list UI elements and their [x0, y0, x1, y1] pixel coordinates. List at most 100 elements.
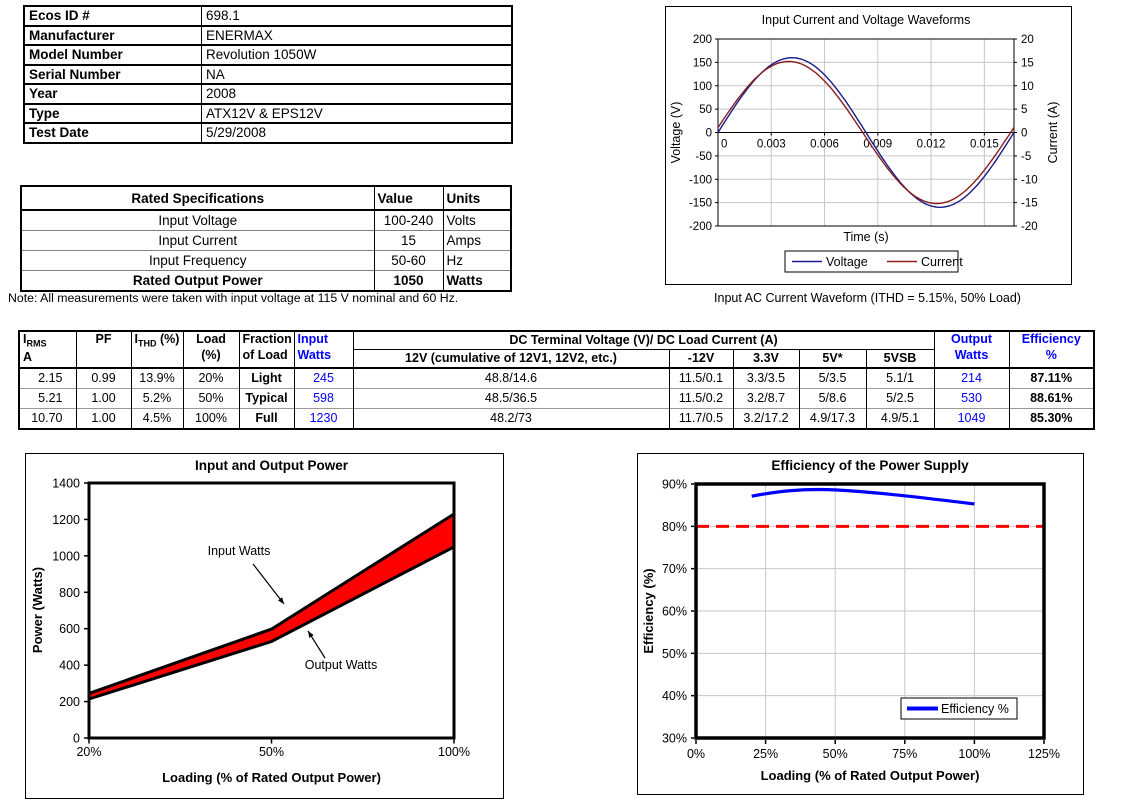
- pf-value: 1.00: [76, 409, 131, 430]
- output-watts-value: 1049: [934, 409, 1009, 430]
- power-xlabel: Loading (% of Rated Output Power): [162, 770, 381, 785]
- waveform-chart-box: -200-150-100-50050100150200-20-15-10-505…: [665, 6, 1072, 285]
- svg-text:0: 0: [1021, 128, 1027, 140]
- fraction-header: Fractionof Load: [239, 331, 294, 368]
- svg-text:1000: 1000: [52, 549, 80, 563]
- svg-text:50: 50: [699, 104, 712, 116]
- table-row: Ecos ID #698.1: [24, 6, 512, 26]
- svg-text:50%: 50%: [662, 647, 687, 661]
- load-value: 100%: [183, 409, 239, 430]
- info-value: ATX12V & EPS12V: [202, 104, 513, 124]
- svg-text:50%: 50%: [823, 747, 848, 761]
- table-row: Input Frequency50-60Hz: [21, 251, 511, 271]
- svg-text:Output Watts: Output Watts: [305, 658, 377, 672]
- svg-text:75%: 75%: [892, 747, 917, 761]
- svg-text:200: 200: [59, 695, 80, 709]
- fraction-value: Light: [239, 368, 294, 389]
- input-watts-value: 245: [294, 368, 353, 389]
- waveform-ylabel-right: Current (A): [1046, 102, 1060, 164]
- waveform-legend: VoltageCurrent: [785, 251, 963, 272]
- power-tick-labels: 020040060080010001200140020%50%100%: [52, 477, 470, 760]
- ithd-value: 5.2%: [131, 389, 183, 409]
- load-value: 20%: [183, 368, 239, 389]
- waveform-caption: Input AC Current Waveform (ITHD = 5.15%,…: [645, 291, 1090, 305]
- dc-terminal-header: DC Terminal Voltage (V)/ DC Load Current…: [353, 331, 934, 350]
- rail-5vsb-value: 4.9/5.1: [866, 409, 934, 430]
- rail-5vsb-header: 5VSB: [866, 350, 934, 369]
- svg-text:100%: 100%: [438, 745, 470, 759]
- svg-text:20%: 20%: [76, 745, 101, 759]
- power-ylabel: Power (Watts): [30, 567, 45, 653]
- spec-name: Input Voltage: [21, 210, 374, 231]
- svg-text:25%: 25%: [753, 747, 778, 761]
- measurement-note: Note: All measurements were taken with i…: [8, 291, 458, 305]
- efficiency-value: 88.61%: [1009, 389, 1094, 409]
- rail-3v3-header: 3.3V: [733, 350, 799, 369]
- svg-text:0%: 0%: [687, 747, 705, 761]
- waveform-title: Input Current and Voltage Waveforms: [762, 13, 971, 27]
- efficiency-chart-box: 30%40%50%60%70%80%90%0%25%50%75%100%125%…: [637, 453, 1084, 795]
- info-value: ENERMAX: [202, 26, 513, 46]
- info-label: Test Date: [24, 123, 202, 143]
- efficiency-chart: 30%40%50%60%70%80%90%0%25%50%75%100%125%…: [638, 454, 1083, 794]
- info-label: Serial Number: [24, 65, 202, 85]
- svg-text:60%: 60%: [662, 605, 687, 619]
- output-watts-value: 214: [934, 368, 1009, 389]
- rail-3v3-value: 3.2/17.2: [733, 409, 799, 430]
- rail-5v-value: 5/8.6: [799, 389, 866, 409]
- table-row: Year2008: [24, 84, 512, 104]
- svg-text:0: 0: [73, 732, 80, 746]
- spec-units: Volts: [443, 210, 511, 231]
- load-value: 50%: [183, 389, 239, 409]
- rail-3v3-value: 3.3/3.5: [733, 368, 799, 389]
- power-title: Input and Output Power: [195, 458, 349, 473]
- table-row: ManufacturerENERMAX: [24, 26, 512, 46]
- units-header: Units: [443, 186, 511, 210]
- efficiency-title: Efficiency of the Power Supply: [771, 458, 969, 473]
- input-watts-line: [89, 514, 454, 693]
- fraction-value: Typical: [239, 389, 294, 409]
- rated-specs-title: Rated Specifications: [21, 186, 374, 210]
- svg-text:70%: 70%: [662, 562, 687, 576]
- svg-text:0: 0: [706, 128, 712, 140]
- input-watts-value: 598: [294, 389, 353, 409]
- rail-12v-value: 48.5/36.5: [353, 389, 669, 409]
- efficiency-value: 87.11%: [1009, 368, 1094, 389]
- power-band: [89, 514, 454, 699]
- irms-value: 2.15: [19, 368, 76, 389]
- product-info-table: Ecos ID #698.1 ManufacturerENERMAX Model…: [23, 5, 513, 144]
- svg-text:-150: -150: [689, 198, 712, 210]
- rail-5v-value: 4.9/17.3: [799, 409, 866, 430]
- info-value: Revolution 1050W: [202, 45, 513, 65]
- input-watts-value: 1230: [294, 409, 353, 430]
- spec-value: 50-60: [374, 251, 443, 271]
- table-row: Test Date5/29/2008: [24, 123, 512, 143]
- rail-neg12v-value: 11.5/0.2: [669, 389, 733, 409]
- rail-neg12v-value: 11.5/0.1: [669, 368, 733, 389]
- efficiency-legend: Efficiency %: [901, 698, 1017, 719]
- svg-text:125%: 125%: [1028, 747, 1060, 761]
- svg-text:30%: 30%: [662, 732, 687, 746]
- output-watts-value: 530: [934, 389, 1009, 409]
- svg-text:Voltage: Voltage: [826, 255, 868, 269]
- rail-neg12v-header: -12V: [669, 350, 733, 369]
- svg-text:-20: -20: [1021, 221, 1038, 233]
- svg-text:-200: -200: [689, 221, 712, 233]
- table-header-row: Rated Specifications Value Units: [21, 186, 511, 210]
- svg-text:20: 20: [1021, 34, 1034, 46]
- svg-text:200: 200: [693, 34, 712, 46]
- efficiency-header: Efficiency%: [1009, 331, 1094, 368]
- table-row: TypeATX12V & EPS12V: [24, 104, 512, 124]
- spec-name: Input Current: [21, 231, 374, 251]
- svg-text:100: 100: [693, 81, 712, 93]
- svg-text:600: 600: [59, 622, 80, 636]
- table-row: 5.21 1.00 5.2% 50% Typical 598 48.5/36.5…: [19, 389, 1094, 409]
- svg-text:400: 400: [59, 659, 80, 673]
- svg-text:15: 15: [1021, 57, 1034, 69]
- rail-5vsb-value: 5.1/1: [866, 368, 934, 389]
- table-row: Model NumberRevolution 1050W: [24, 45, 512, 65]
- table-row: 10.70 1.00 4.5% 100% Full 1230 48.2/73 1…: [19, 409, 1094, 430]
- rail-3v3-value: 3.2/8.7: [733, 389, 799, 409]
- svg-text:0.012: 0.012: [917, 139, 946, 151]
- svg-text:5: 5: [1021, 104, 1027, 116]
